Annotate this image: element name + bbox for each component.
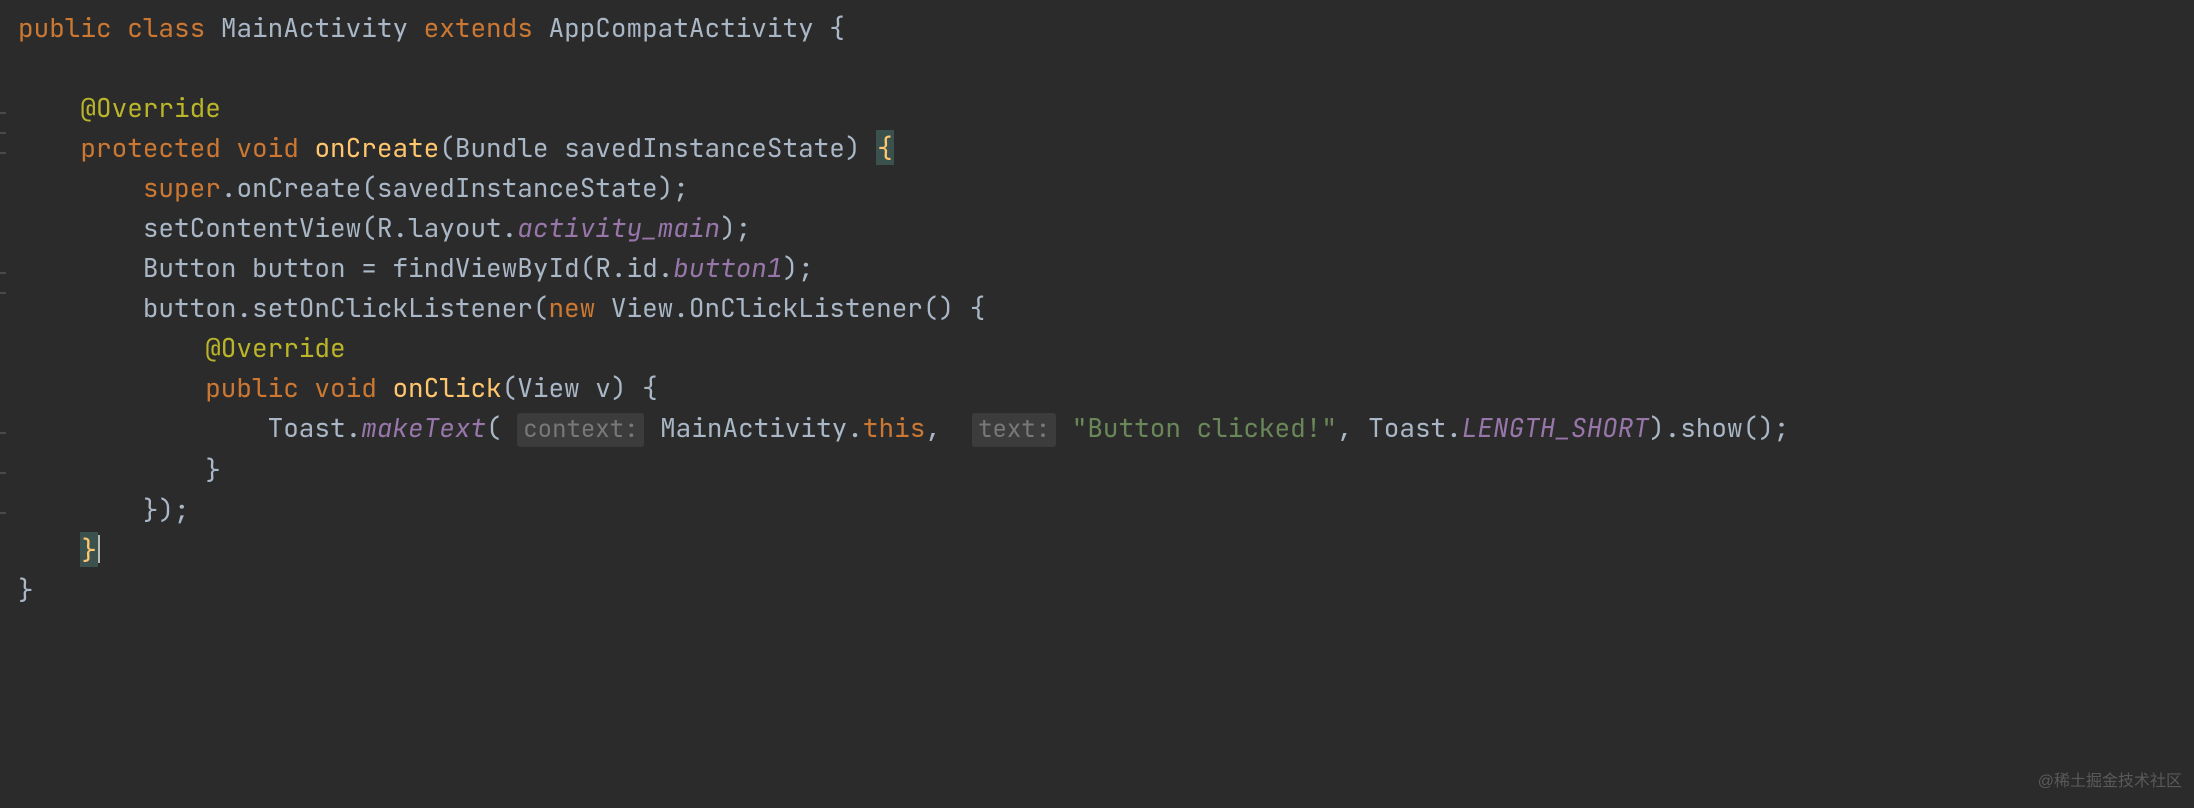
paren-semi: );: [720, 210, 751, 245]
super-class: AppCompatActivity: [548, 10, 813, 45]
res-activity-main: activity_main: [517, 210, 720, 245]
brace: {: [829, 10, 845, 45]
paren: ): [1649, 410, 1665, 445]
dot: .: [221, 170, 237, 205]
r-class: R: [595, 250, 611, 285]
param-hint-context: context:: [517, 413, 644, 447]
watermark-text: @稀土掘金技术社区: [2038, 762, 2182, 802]
dot: .: [673, 290, 689, 325]
param-hint-text: text:: [972, 413, 1056, 447]
class-name: MainActivity: [221, 10, 408, 45]
param-name: savedInstanceState: [564, 130, 845, 165]
call-findViewById: findViewById: [392, 250, 579, 285]
keyword-class: class: [127, 10, 205, 45]
keyword-public: public: [205, 370, 299, 405]
method-makeText: makeText: [361, 410, 486, 445]
call-setContentView: setContentView: [143, 210, 361, 245]
paren: (: [361, 210, 377, 245]
dot: .: [1665, 410, 1681, 445]
keyword-void: void: [236, 130, 298, 165]
code-content[interactable]: public class MainActivity extends AppCom…: [0, 8, 2194, 610]
param-type: Bundle: [455, 130, 549, 165]
parens: (): [923, 290, 954, 325]
brace: }: [205, 452, 221, 487]
paren: (: [533, 290, 549, 325]
string-literal: "Button clicked!": [1072, 410, 1337, 445]
res-button1: button1: [673, 250, 782, 285]
paren: (: [502, 370, 518, 405]
dot: .: [236, 290, 252, 325]
paren-semi: );: [658, 170, 689, 205]
keyword-extends: extends: [424, 10, 533, 45]
keyword-public: public: [18, 10, 112, 45]
text-caret: [98, 535, 100, 563]
keyword-protected: protected: [80, 130, 220, 165]
matched-brace: }: [80, 532, 98, 567]
type-view: View: [611, 290, 673, 325]
arg: savedInstanceState: [377, 170, 658, 205]
dot: .: [346, 410, 362, 445]
matched-brace: {: [876, 130, 894, 165]
keyword-this: this: [863, 410, 925, 445]
dot: .: [502, 210, 518, 245]
paren: (: [486, 410, 502, 445]
r-id: id: [626, 250, 657, 285]
method-onClick: onClick: [392, 370, 501, 405]
keyword-super: super: [143, 170, 221, 205]
class-ref: MainActivity: [660, 410, 847, 445]
method-show: show: [1680, 410, 1742, 445]
keyword-new: new: [548, 290, 595, 325]
dot: .: [611, 250, 627, 285]
r-layout: layout: [408, 210, 502, 245]
brace-paren-semi: });: [143, 492, 190, 527]
dot: .: [658, 250, 674, 285]
comma: ,: [925, 410, 941, 445]
type-onclicklistener: OnClickListener: [689, 290, 923, 325]
brace: {: [626, 370, 657, 405]
annotation-override: @Override: [205, 330, 345, 365]
editor-gutter: [0, 0, 8, 610]
paren: ): [845, 130, 861, 165]
r-class: R: [377, 210, 393, 245]
paren: (: [580, 250, 596, 285]
eq: =: [346, 250, 393, 285]
call-setOnClickListener: setOnClickListener: [252, 290, 533, 325]
paren: (: [361, 170, 377, 205]
code-editor[interactable]: public class MainActivity extends AppCom…: [0, 0, 2194, 610]
call-onCreate: onCreate: [236, 170, 361, 205]
toast-class: Toast: [268, 410, 346, 445]
method-onCreate: onCreate: [314, 130, 439, 165]
type-button: Button: [143, 250, 237, 285]
var-button: button: [252, 250, 346, 285]
paren: ): [611, 370, 627, 405]
dot: .: [847, 410, 863, 445]
paren-semi: );: [783, 250, 814, 285]
brace: }: [18, 572, 34, 607]
var-button: button: [143, 290, 237, 325]
param-name: v: [595, 370, 611, 405]
const-length-short: LENGTH_SHORT: [1462, 410, 1649, 445]
annotation-override: @Override: [80, 90, 220, 125]
brace: {: [954, 290, 985, 325]
comma: ,: [1337, 410, 1353, 445]
dot: .: [392, 210, 408, 245]
dot: .: [1446, 410, 1462, 445]
paren: (: [439, 130, 455, 165]
paren-semi: ();: [1743, 410, 1790, 445]
toast-class: Toast: [1368, 410, 1446, 445]
keyword-void: void: [314, 370, 376, 405]
param-type: View: [517, 370, 579, 405]
